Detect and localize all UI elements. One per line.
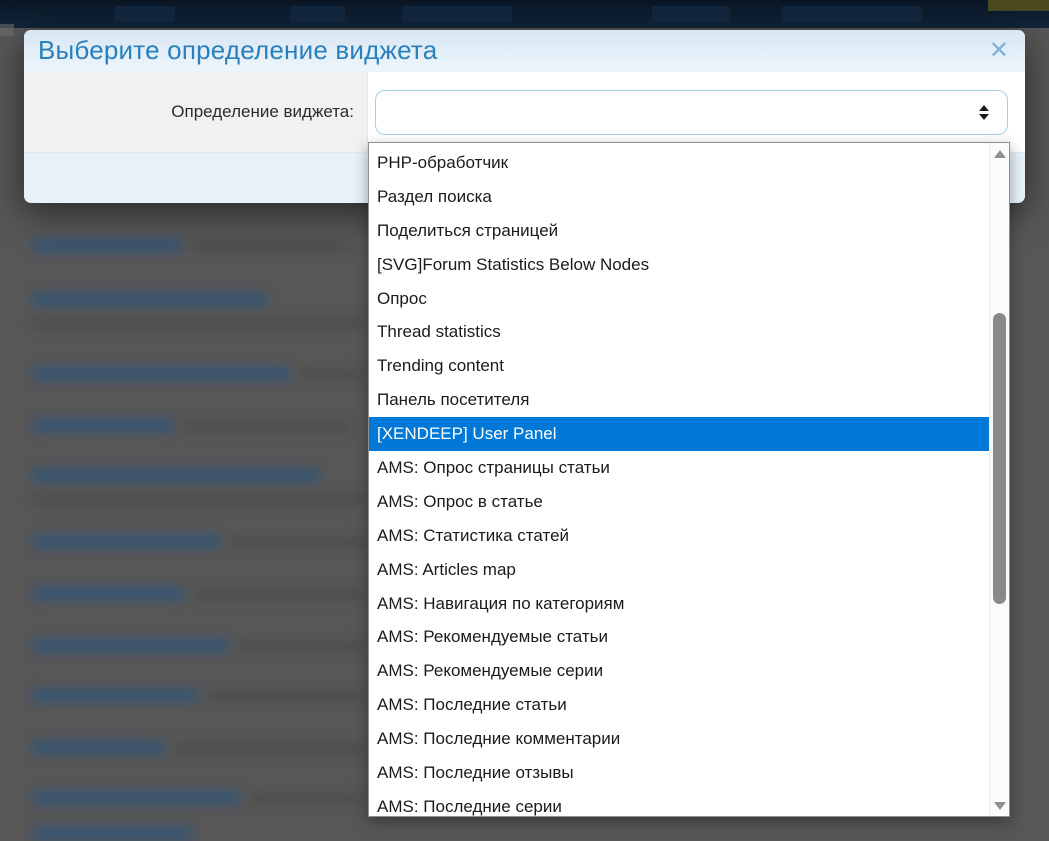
dropdown-option[interactable]: Панель посетителя: [369, 383, 991, 417]
dropdown-option[interactable]: PHP-обработчик: [369, 146, 991, 180]
dropdown-option[interactable]: AMS: Навигация по категориям: [369, 587, 991, 621]
widget-definition-input-cell: [368, 72, 1025, 152]
scrollbar-thumb[interactable]: [993, 313, 1006, 604]
dropdown-option[interactable]: AMS: Последние отзывы: [369, 756, 991, 790]
dropdown-option[interactable]: [XENDEEP] User Panel: [369, 417, 991, 451]
modal-title: Выберите определение виджета: [38, 35, 437, 66]
scroll-up-icon[interactable]: [990, 145, 1009, 162]
dropdown-option[interactable]: Trending content: [369, 349, 991, 383]
dropdown-option[interactable]: Раздел поиска: [369, 180, 991, 214]
dropdown-option[interactable]: AMS: Последние серии: [369, 790, 991, 817]
dropdown-option[interactable]: Опрос: [369, 282, 991, 316]
dropdown-option[interactable]: Thread statistics: [369, 315, 991, 349]
dropdown-option[interactable]: AMS: Последние статьи: [369, 688, 991, 722]
dropdown-option[interactable]: AMS: Рекомендуемые серии: [369, 654, 991, 688]
modal-header: Выберите определение виджета ✕: [24, 30, 1025, 72]
dropdown-option[interactable]: AMS: Статистика статей: [369, 519, 991, 553]
dropdown-option[interactable]: AMS: Рекомендуемые статьи: [369, 620, 991, 654]
dropdown-option[interactable]: AMS: Последние комментарии: [369, 722, 991, 756]
dropdown-option[interactable]: AMS: Опрос страницы статьи: [369, 451, 991, 485]
widget-definition-label-cell: Определение виджета:: [24, 72, 368, 152]
widget-definition-select[interactable]: [375, 90, 1008, 135]
select-spinner-icon: [979, 105, 989, 120]
dropdown-option[interactable]: [SVG]Forum Statistics Below Nodes: [369, 248, 991, 282]
dropdown-scrollbar[interactable]: [989, 143, 1009, 816]
widget-definition-label: Определение виджета:: [171, 102, 354, 122]
scroll-down-icon[interactable]: [990, 797, 1009, 814]
dropdown-option[interactable]: AMS: Опрос в статье: [369, 485, 991, 519]
widget-definition-dropdown: PHP-обработчикРаздел поискаПоделиться ст…: [368, 142, 1010, 817]
modal-body: Определение виджета:: [24, 72, 1025, 152]
close-icon[interactable]: ✕: [989, 39, 1009, 63]
dropdown-option[interactable]: Поделиться страницей: [369, 214, 991, 248]
dropdown-option[interactable]: AMS: Articles map: [369, 553, 991, 587]
dropdown-options: PHP-обработчикРаздел поискаПоделиться ст…: [369, 146, 991, 817]
